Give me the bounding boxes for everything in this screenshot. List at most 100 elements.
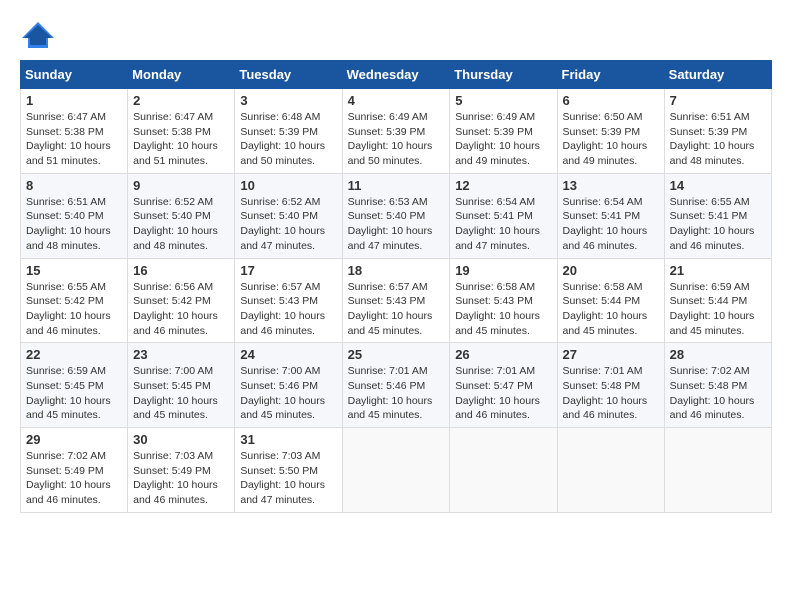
calendar-cell: 5 Sunrise: 6:49 AMSunset: 5:39 PMDayligh… xyxy=(450,89,557,174)
week-row-3: 15 Sunrise: 6:55 AMSunset: 5:42 PMDaylig… xyxy=(21,258,772,343)
weekday-header-wednesday: Wednesday xyxy=(342,61,450,89)
day-info: Sunrise: 7:00 AMSunset: 5:45 PMDaylight:… xyxy=(133,364,229,423)
day-info: Sunrise: 6:54 AMSunset: 5:41 PMDaylight:… xyxy=(563,195,659,254)
week-row-5: 29 Sunrise: 7:02 AMSunset: 5:49 PMDaylig… xyxy=(21,428,772,513)
day-info: Sunrise: 6:52 AMSunset: 5:40 PMDaylight:… xyxy=(240,195,336,254)
day-info: Sunrise: 6:59 AMSunset: 5:45 PMDaylight:… xyxy=(26,364,122,423)
day-info: Sunrise: 6:54 AMSunset: 5:41 PMDaylight:… xyxy=(455,195,551,254)
week-row-1: 1 Sunrise: 6:47 AMSunset: 5:38 PMDayligh… xyxy=(21,89,772,174)
calendar-cell: 23 Sunrise: 7:00 AMSunset: 5:45 PMDaylig… xyxy=(128,343,235,428)
day-info: Sunrise: 6:51 AMSunset: 5:39 PMDaylight:… xyxy=(670,110,766,169)
day-number: 12 xyxy=(455,178,551,193)
calendar-cell: 21 Sunrise: 6:59 AMSunset: 5:44 PMDaylig… xyxy=(664,258,771,343)
calendar-cell: 27 Sunrise: 7:01 AMSunset: 5:48 PMDaylig… xyxy=(557,343,664,428)
calendar-cell: 17 Sunrise: 6:57 AMSunset: 5:43 PMDaylig… xyxy=(235,258,342,343)
logo xyxy=(20,20,60,50)
calendar-cell xyxy=(342,428,450,513)
calendar-cell: 19 Sunrise: 6:58 AMSunset: 5:43 PMDaylig… xyxy=(450,258,557,343)
calendar-cell: 6 Sunrise: 6:50 AMSunset: 5:39 PMDayligh… xyxy=(557,89,664,174)
calendar-cell: 20 Sunrise: 6:58 AMSunset: 5:44 PMDaylig… xyxy=(557,258,664,343)
calendar-cell: 30 Sunrise: 7:03 AMSunset: 5:49 PMDaylig… xyxy=(128,428,235,513)
day-info: Sunrise: 6:58 AMSunset: 5:43 PMDaylight:… xyxy=(455,280,551,339)
day-number: 1 xyxy=(26,93,122,108)
calendar-cell: 9 Sunrise: 6:52 AMSunset: 5:40 PMDayligh… xyxy=(128,173,235,258)
day-number: 3 xyxy=(240,93,336,108)
calendar-cell: 12 Sunrise: 6:54 AMSunset: 5:41 PMDaylig… xyxy=(450,173,557,258)
day-info: Sunrise: 6:49 AMSunset: 5:39 PMDaylight:… xyxy=(348,110,445,169)
calendar-cell: 18 Sunrise: 6:57 AMSunset: 5:43 PMDaylig… xyxy=(342,258,450,343)
calendar-cell: 10 Sunrise: 6:52 AMSunset: 5:40 PMDaylig… xyxy=(235,173,342,258)
day-info: Sunrise: 7:02 AMSunset: 5:48 PMDaylight:… xyxy=(670,364,766,423)
day-number: 14 xyxy=(670,178,766,193)
calendar-cell: 4 Sunrise: 6:49 AMSunset: 5:39 PMDayligh… xyxy=(342,89,450,174)
day-number: 21 xyxy=(670,263,766,278)
day-info: Sunrise: 7:02 AMSunset: 5:49 PMDaylight:… xyxy=(26,449,122,508)
weekday-header-thursday: Thursday xyxy=(450,61,557,89)
day-info: Sunrise: 7:03 AMSunset: 5:50 PMDaylight:… xyxy=(240,449,336,508)
day-info: Sunrise: 6:58 AMSunset: 5:44 PMDaylight:… xyxy=(563,280,659,339)
day-number: 26 xyxy=(455,347,551,362)
day-info: Sunrise: 6:55 AMSunset: 5:41 PMDaylight:… xyxy=(670,195,766,254)
day-number: 2 xyxy=(133,93,229,108)
day-number: 18 xyxy=(348,263,445,278)
day-number: 13 xyxy=(563,178,659,193)
day-info: Sunrise: 6:49 AMSunset: 5:39 PMDaylight:… xyxy=(455,110,551,169)
day-number: 15 xyxy=(26,263,122,278)
calendar-cell: 14 Sunrise: 6:55 AMSunset: 5:41 PMDaylig… xyxy=(664,173,771,258)
day-info: Sunrise: 6:51 AMSunset: 5:40 PMDaylight:… xyxy=(26,195,122,254)
calendar-cell: 28 Sunrise: 7:02 AMSunset: 5:48 PMDaylig… xyxy=(664,343,771,428)
day-info: Sunrise: 6:53 AMSunset: 5:40 PMDaylight:… xyxy=(348,195,445,254)
day-info: Sunrise: 6:47 AMSunset: 5:38 PMDaylight:… xyxy=(133,110,229,169)
calendar-cell: 29 Sunrise: 7:02 AMSunset: 5:49 PMDaylig… xyxy=(21,428,128,513)
calendar-cell xyxy=(664,428,771,513)
page-header xyxy=(20,20,772,50)
day-info: Sunrise: 7:01 AMSunset: 5:48 PMDaylight:… xyxy=(563,364,659,423)
calendar-cell: 3 Sunrise: 6:48 AMSunset: 5:39 PMDayligh… xyxy=(235,89,342,174)
day-info: Sunrise: 6:57 AMSunset: 5:43 PMDaylight:… xyxy=(348,280,445,339)
day-number: 8 xyxy=(26,178,122,193)
calendar-cell: 26 Sunrise: 7:01 AMSunset: 5:47 PMDaylig… xyxy=(450,343,557,428)
calendar-cell: 31 Sunrise: 7:03 AMSunset: 5:50 PMDaylig… xyxy=(235,428,342,513)
day-info: Sunrise: 6:56 AMSunset: 5:42 PMDaylight:… xyxy=(133,280,229,339)
week-row-2: 8 Sunrise: 6:51 AMSunset: 5:40 PMDayligh… xyxy=(21,173,772,258)
calendar-cell: 22 Sunrise: 6:59 AMSunset: 5:45 PMDaylig… xyxy=(21,343,128,428)
calendar-cell: 8 Sunrise: 6:51 AMSunset: 5:40 PMDayligh… xyxy=(21,173,128,258)
day-number: 20 xyxy=(563,263,659,278)
day-number: 22 xyxy=(26,347,122,362)
day-number: 28 xyxy=(670,347,766,362)
calendar-cell: 2 Sunrise: 6:47 AMSunset: 5:38 PMDayligh… xyxy=(128,89,235,174)
weekday-header-friday: Friday xyxy=(557,61,664,89)
weekday-header-row: SundayMondayTuesdayWednesdayThursdayFrid… xyxy=(21,61,772,89)
day-info: Sunrise: 6:47 AMSunset: 5:38 PMDaylight:… xyxy=(26,110,122,169)
day-info: Sunrise: 6:48 AMSunset: 5:39 PMDaylight:… xyxy=(240,110,336,169)
day-number: 24 xyxy=(240,347,336,362)
logo-icon xyxy=(20,20,56,50)
weekday-header-sunday: Sunday xyxy=(21,61,128,89)
calendar-cell xyxy=(557,428,664,513)
calendar-cell: 13 Sunrise: 6:54 AMSunset: 5:41 PMDaylig… xyxy=(557,173,664,258)
calendar-cell xyxy=(450,428,557,513)
day-number: 31 xyxy=(240,432,336,447)
calendar-cell: 25 Sunrise: 7:01 AMSunset: 5:46 PMDaylig… xyxy=(342,343,450,428)
day-info: Sunrise: 7:01 AMSunset: 5:46 PMDaylight:… xyxy=(348,364,445,423)
day-number: 4 xyxy=(348,93,445,108)
day-number: 19 xyxy=(455,263,551,278)
day-number: 7 xyxy=(670,93,766,108)
day-number: 5 xyxy=(455,93,551,108)
day-number: 27 xyxy=(563,347,659,362)
day-info: Sunrise: 6:55 AMSunset: 5:42 PMDaylight:… xyxy=(26,280,122,339)
calendar-cell: 11 Sunrise: 6:53 AMSunset: 5:40 PMDaylig… xyxy=(342,173,450,258)
day-number: 9 xyxy=(133,178,229,193)
day-number: 17 xyxy=(240,263,336,278)
calendar-table: SundayMondayTuesdayWednesdayThursdayFrid… xyxy=(20,60,772,513)
day-number: 23 xyxy=(133,347,229,362)
day-number: 11 xyxy=(348,178,445,193)
day-info: Sunrise: 7:00 AMSunset: 5:46 PMDaylight:… xyxy=(240,364,336,423)
day-info: Sunrise: 6:52 AMSunset: 5:40 PMDaylight:… xyxy=(133,195,229,254)
day-info: Sunrise: 7:03 AMSunset: 5:49 PMDaylight:… xyxy=(133,449,229,508)
calendar-cell: 7 Sunrise: 6:51 AMSunset: 5:39 PMDayligh… xyxy=(664,89,771,174)
day-number: 30 xyxy=(133,432,229,447)
day-info: Sunrise: 7:01 AMSunset: 5:47 PMDaylight:… xyxy=(455,364,551,423)
day-number: 16 xyxy=(133,263,229,278)
day-info: Sunrise: 6:50 AMSunset: 5:39 PMDaylight:… xyxy=(563,110,659,169)
